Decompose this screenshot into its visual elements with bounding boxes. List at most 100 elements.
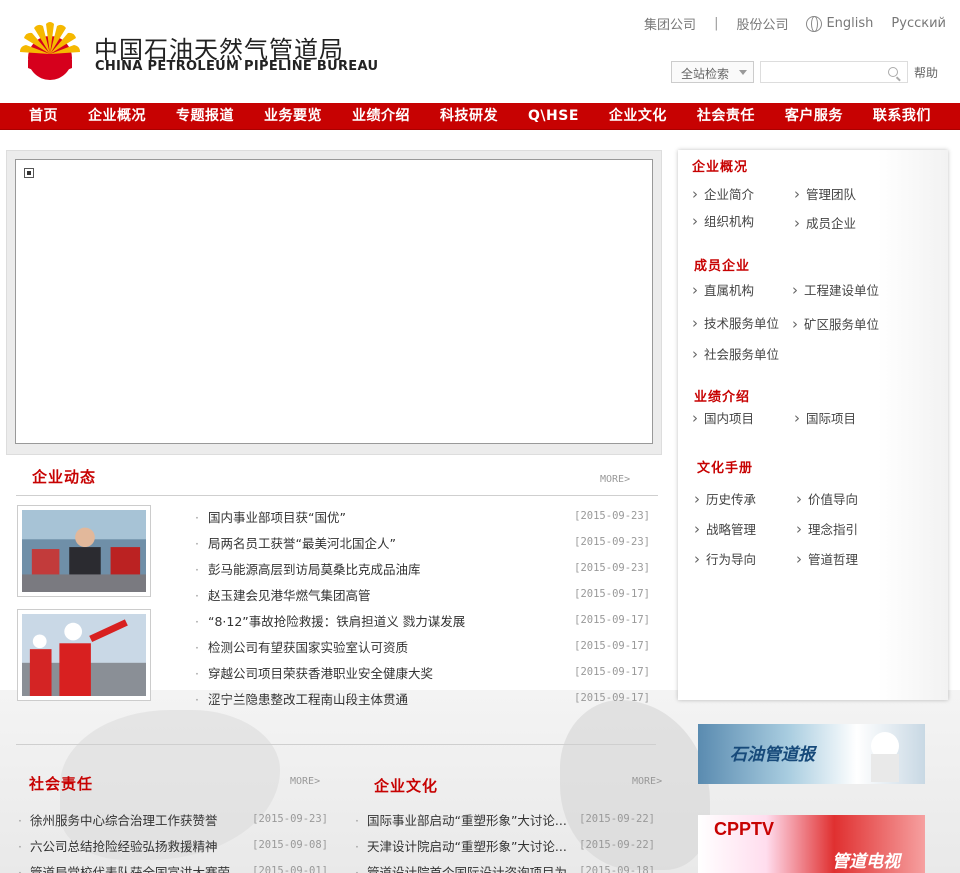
news-title[interactable]: “8·12”事故抢险救援：铁肩担道义 戮力谋发展 xyxy=(195,611,465,630)
sidebar-item-history[interactable]: 历史传承 xyxy=(694,489,756,508)
news-date: [2015-09-17] xyxy=(574,692,650,704)
list-item[interactable]: 赵玉建会见港华燃气集团高管 [2015-09-17] xyxy=(195,581,650,607)
nav-home[interactable]: 首页 xyxy=(29,103,58,129)
bottom-divider xyxy=(16,744,656,745)
nav-overview[interactable]: 企业概况 xyxy=(88,103,146,129)
brand-name-en: CHINA PETROLEUM PIPELINE BUREAU xyxy=(95,59,379,74)
nav-performance[interactable]: 业绩介绍 xyxy=(352,103,410,129)
news-title[interactable]: 涩宁兰隐患整改工程南山段主体贯通 xyxy=(195,689,408,708)
search-scope-label: 全站检索 xyxy=(681,67,730,81)
list-item[interactable]: 局两名员工获誉“最美河北国企人” [2015-09-23] xyxy=(195,529,650,555)
news-date: [2015-09-17] xyxy=(574,640,650,652)
search-bar: 全站检索 帮助 xyxy=(671,61,938,83)
english-label: English xyxy=(826,16,874,31)
sidebar-item-members[interactable]: 成员企业 xyxy=(794,213,856,232)
nav-business[interactable]: 业务要览 xyxy=(264,103,322,129)
stock-company-link[interactable]: 股份公司 xyxy=(736,14,788,33)
culture-more-link[interactable]: MORE> xyxy=(632,776,662,787)
social-title[interactable]: 徐州服务中心综合治理工作获赞誉 xyxy=(18,810,218,829)
nav-customer-service[interactable]: 客户服务 xyxy=(785,103,843,129)
list-item[interactable]: 徐州服务中心综合治理工作获赞誉 [2015-09-23] xyxy=(18,806,328,832)
news-date: [2015-09-17] xyxy=(574,588,650,600)
nav-social-responsibility[interactable]: 社会责任 xyxy=(697,103,755,129)
sidebar-item-profile[interactable]: 企业简介 xyxy=(692,184,754,203)
nav-special-reports[interactable]: 专题报道 xyxy=(176,103,234,129)
search-icon[interactable] xyxy=(888,67,898,77)
sidebar-heading-performance: 业绩介绍 xyxy=(694,390,751,405)
sidebar-item-conduct[interactable]: 行为导向 xyxy=(694,549,756,568)
list-item[interactable]: 国内事业部项目获“国优” [2015-09-23] xyxy=(195,503,650,529)
news-thumbnail-meeting[interactable] xyxy=(17,505,151,597)
sidebar-item-strategy[interactable]: 战略管理 xyxy=(694,519,756,538)
culture-section-title: 企业文化 xyxy=(374,777,439,795)
sidebar-item-philosophy[interactable]: 理念指引 xyxy=(796,519,858,538)
banner-slideshow[interactable] xyxy=(6,150,662,455)
news-thumbnail-workers[interactable] xyxy=(17,609,151,701)
worker-helmet-icon xyxy=(871,732,899,782)
slide-indicator-icon[interactable] xyxy=(24,168,34,178)
search-input[interactable] xyxy=(760,61,908,83)
news-title[interactable]: 检测公司有望获国家实验室认可资质 xyxy=(195,637,408,656)
culture-title[interactable]: 天津设计院启动“重塑形象”大讨论... xyxy=(355,836,567,855)
news-title[interactable]: 国内事业部项目获“国优” xyxy=(195,507,346,526)
sidebar-item-direct[interactable]: 直属机构 xyxy=(692,280,754,299)
sidebar-item-international[interactable]: 国际项目 xyxy=(794,408,856,427)
sidebar-item-pipeline-philosophy[interactable]: 管道哲理 xyxy=(796,549,858,568)
news-divider xyxy=(16,495,658,496)
list-item[interactable]: 管道设计院首个国际设计咨询项目为 [2015-09-18] xyxy=(355,858,655,873)
social-more-link[interactable]: MORE> xyxy=(290,776,320,787)
pipeline-newspaper-banner[interactable]: 石油管道报 xyxy=(698,724,925,784)
search-scope-select[interactable]: 全站检索 xyxy=(671,61,754,83)
culture-title[interactable]: 国际事业部启动“重塑形象”大讨论... xyxy=(355,810,567,829)
sidebar-item-social-service[interactable]: 社会服务单位 xyxy=(692,344,779,363)
help-link[interactable]: 帮助 xyxy=(914,64,938,81)
social-section-title: 社会责任 xyxy=(29,775,94,793)
sidebar-item-construction[interactable]: 工程建设单位 xyxy=(792,280,879,299)
list-item[interactable]: 天津设计院启动“重塑形象”大讨论... [2015-09-22] xyxy=(355,832,655,858)
culture-date: [2015-09-22] xyxy=(579,813,655,825)
sidebar-item-organization[interactable]: 组织机构 xyxy=(692,211,754,230)
news-list: 国内事业部项目获“国优” [2015-09-23] 局两名员工获誉“最美河北国企人… xyxy=(195,503,650,711)
culture-title[interactable]: 管道设计院首个国际设计咨询项目为 xyxy=(355,862,567,873)
news-date: [2015-09-23] xyxy=(574,536,650,548)
list-item[interactable]: 国际事业部启动“重塑形象”大讨论... [2015-09-22] xyxy=(355,806,655,832)
list-item[interactable]: 管道局党校代表队获全国宣讲大赛荣 [2015-09-01] xyxy=(18,858,328,873)
culture-date: [2015-09-22] xyxy=(579,839,655,851)
list-item[interactable]: 六公司总结抢险经验弘扬救援精神 [2015-09-08] xyxy=(18,832,328,858)
news-title[interactable]: 赵玉建会见港华燃气集团高管 xyxy=(195,585,371,604)
sidebar-heading-culture: 文化手册 xyxy=(697,461,754,476)
news-date: [2015-09-17] xyxy=(574,614,650,626)
group-company-link[interactable]: 集团公司 xyxy=(644,14,696,33)
news-more-link[interactable]: MORE> xyxy=(600,474,630,485)
sidebar-heading-members: 成员企业 xyxy=(694,259,751,274)
sidebar-item-mining-service[interactable]: 矿区服务单位 xyxy=(792,314,879,333)
sidebar-item-tech-service[interactable]: 技术服务单位 xyxy=(692,313,779,332)
nav-contact[interactable]: 联系我们 xyxy=(873,103,931,129)
news-title[interactable]: 彭马能源高层到访局莫桑比克成品油库 xyxy=(195,559,421,578)
sidebar-item-values[interactable]: 价值导向 xyxy=(796,489,858,508)
social-title[interactable]: 管道局党校代表队获全国宣讲大赛荣 xyxy=(18,862,230,873)
pipeline-tv-banner[interactable]: CPPTV 管道电视 xyxy=(698,815,925,873)
english-link[interactable]: English xyxy=(806,15,874,32)
list-item[interactable]: “8·12”事故抢险救援：铁肩担道义 戮力谋发展 [2015-09-17] xyxy=(195,607,650,633)
news-title[interactable]: 穿越公司项目荣获香港职业安全健康大奖 xyxy=(195,663,433,682)
news-title[interactable]: 局两名员工获誉“最美河北国企人” xyxy=(195,533,396,552)
list-item[interactable]: 彭马能源高层到访局莫桑比克成品油库 [2015-09-23] xyxy=(195,555,650,581)
nav-research[interactable]: 科技研发 xyxy=(440,103,498,129)
social-title[interactable]: 六公司总结抢险经验弘扬救援精神 xyxy=(18,836,218,855)
news-date: [2015-09-23] xyxy=(574,510,650,522)
list-item[interactable]: 穿越公司项目荣获香港职业安全健康大奖 [2015-09-17] xyxy=(195,659,650,685)
nav-culture[interactable]: 企业文化 xyxy=(609,103,667,129)
top-links: 集团公司 | 股份公司 English Русский xyxy=(644,14,946,33)
news-date: [2015-09-23] xyxy=(574,562,650,574)
russian-link[interactable]: Русский xyxy=(891,16,946,31)
news-date: [2015-09-17] xyxy=(574,666,650,678)
nav-qhse[interactable]: Q\HSE xyxy=(528,103,579,129)
list-item[interactable]: 涩宁兰隐患整改工程南山段主体贯通 [2015-09-17] xyxy=(195,685,650,711)
main-nav: 首页 企业概况 专题报道 业务要览 业绩介绍 科技研发 Q\HSE 企业文化 社… xyxy=(0,103,960,130)
cpptv-label: CPPTV xyxy=(714,819,775,839)
petrochina-logo[interactable] xyxy=(18,20,82,82)
sidebar-item-domestic[interactable]: 国内项目 xyxy=(692,408,754,427)
list-item[interactable]: 检测公司有望获国家实验室认可资质 [2015-09-17] xyxy=(195,633,650,659)
sidebar-item-management[interactable]: 管理团队 xyxy=(794,184,856,203)
